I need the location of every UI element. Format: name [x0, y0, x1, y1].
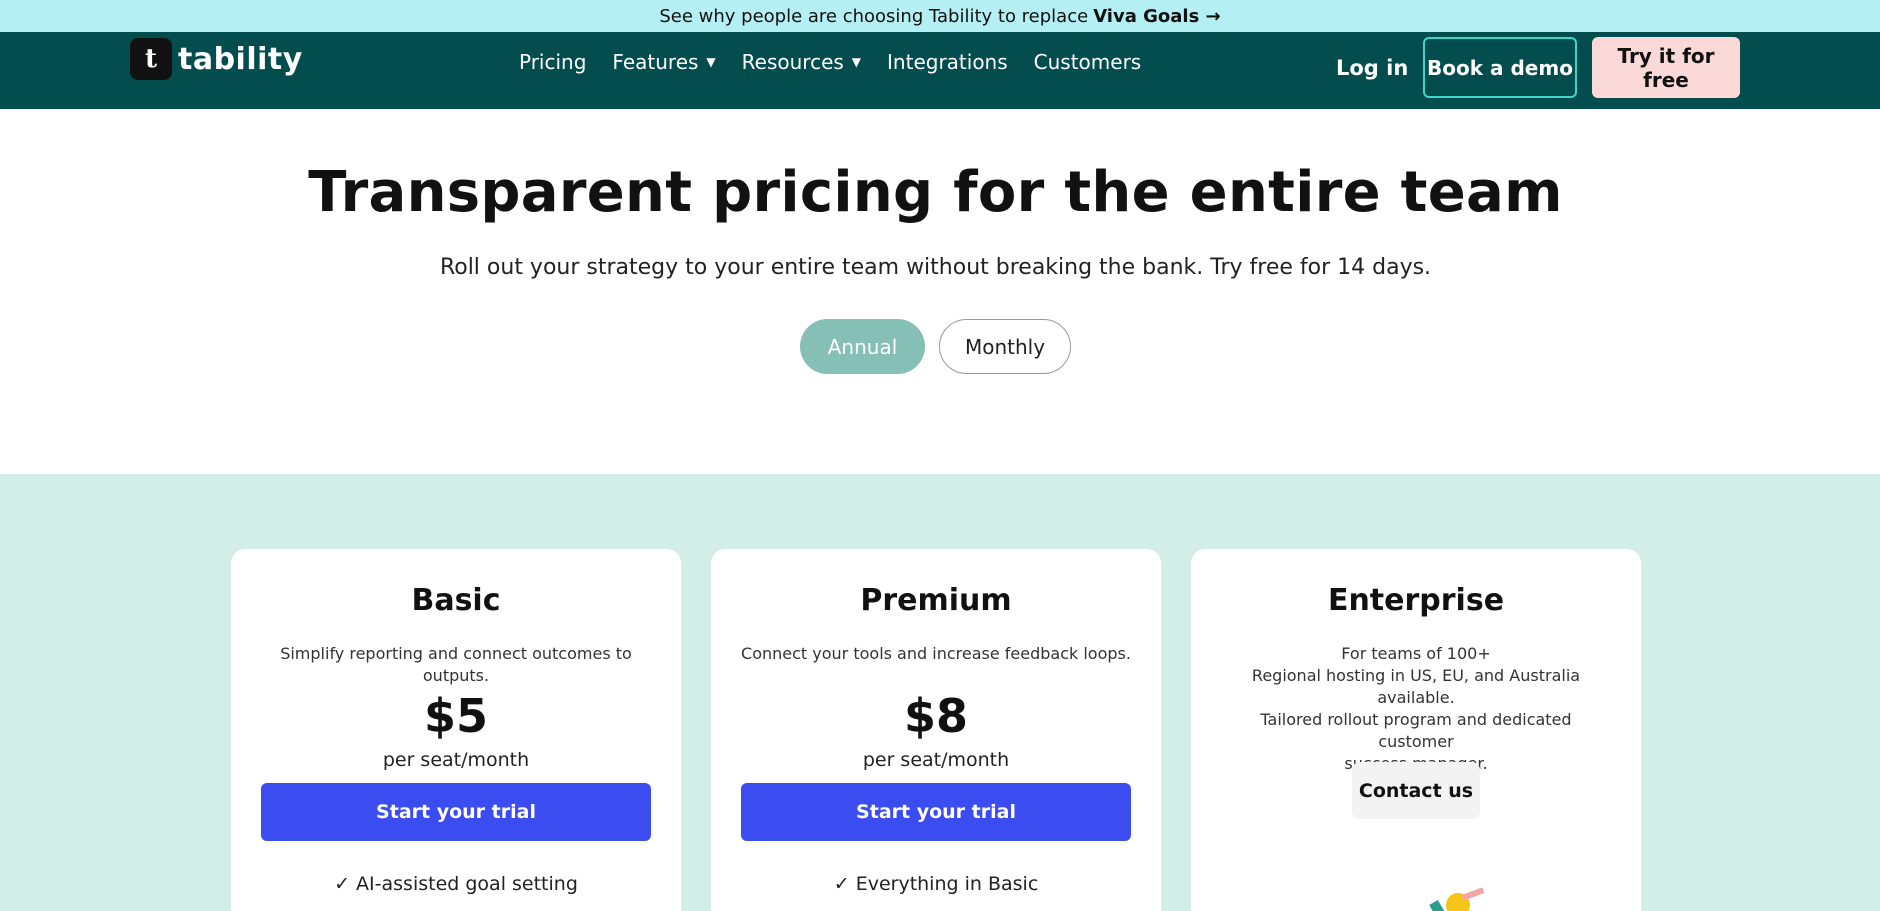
nav-integrations-label: Integrations — [887, 50, 1008, 74]
plan-description: For teams of 100+ Regional hosting in US… — [1221, 643, 1611, 775]
page-title: Transparent pricing for the entire team — [308, 160, 1563, 225]
plan-card-premium: Premium Connect your tools and increase … — [711, 549, 1161, 911]
announcement-link-text: Viva Goals → — [1093, 5, 1221, 27]
plan-description-line: Tailored rollout program and dedicated c… — [1260, 710, 1572, 751]
plan-card-basic: Basic Simplify reporting and connect out… — [231, 549, 681, 911]
contact-us-button[interactable]: Contact us — [1352, 762, 1480, 819]
plan-feature: ✓ Everything in Basic — [833, 873, 1039, 895]
top-nav: t tability Pricing Features ▼ Resources ▼ … — [0, 32, 1880, 109]
plan-feature: ✓ AI-assisted goal setting — [334, 873, 578, 895]
book-demo-button[interactable]: Book a demo — [1423, 37, 1577, 98]
nav-links: Pricing Features ▼ Resources ▼ Integration… — [519, 50, 1141, 74]
logo-mark-icon: t — [130, 38, 172, 80]
plan-price: $8 — [903, 689, 968, 743]
monthly-toggle[interactable]: Monthly — [939, 319, 1071, 374]
nav-resources-label: Resources — [741, 50, 844, 74]
nav-customers-label: Customers — [1033, 50, 1142, 74]
nav-resources[interactable]: Resources ▼ — [742, 50, 861, 74]
nav-integrations[interactable]: Integrations — [887, 50, 1008, 74]
announcement-link[interactable]: See why people are choosing Tability to … — [659, 6, 1220, 27]
nav-features[interactable]: Features ▼ — [612, 50, 715, 74]
nav-pricing-label: Pricing — [519, 50, 587, 74]
plan-description-line: For teams of 100+ — [1341, 644, 1491, 663]
try-free-button[interactable]: Try it for free — [1592, 37, 1740, 98]
pencil-illustration-icon — [1429, 887, 1485, 911]
page-subtitle: Roll out your strategy to your entire te… — [439, 255, 1432, 280]
plan-price-unit: per seat/month — [862, 749, 1010, 771]
nav-features-label: Features — [612, 50, 699, 74]
plan-description: Connect your tools and increase feedback… — [741, 644, 1131, 663]
login-link[interactable]: Log in — [1336, 56, 1408, 80]
plan-card-enterprise: Enterprise For teams of 100+ Regional ho… — [1191, 549, 1641, 911]
plan-price: $5 — [423, 689, 488, 743]
plan-name: Enterprise — [1327, 583, 1505, 618]
nav-customers[interactable]: Customers — [1034, 50, 1142, 74]
announcement-bar: See why people are choosing Tability to … — [0, 0, 1880, 32]
logo-text: tability — [178, 41, 303, 77]
annual-toggle[interactable]: Annual — [800, 319, 925, 374]
nav-pricing[interactable]: Pricing — [519, 50, 586, 74]
announcement-text: See why people are choosing Tability to … — [659, 5, 1089, 27]
start-trial-button[interactable]: Start your trial — [261, 783, 651, 841]
logo[interactable]: t tability — [130, 38, 303, 80]
start-trial-button[interactable]: Start your trial — [741, 783, 1131, 841]
caret-down-icon: ▼ — [706, 55, 716, 69]
plan-price-unit: per seat/month — [382, 749, 530, 771]
plan-name: Basic — [411, 583, 501, 618]
plan-name: Premium — [860, 583, 1012, 618]
plan-description: Simplify reporting and connect outcomes … — [280, 644, 632, 685]
plan-description-line: Regional hosting in US, EU, and Australi… — [1251, 666, 1581, 707]
caret-down-icon: ▼ — [851, 55, 862, 69]
